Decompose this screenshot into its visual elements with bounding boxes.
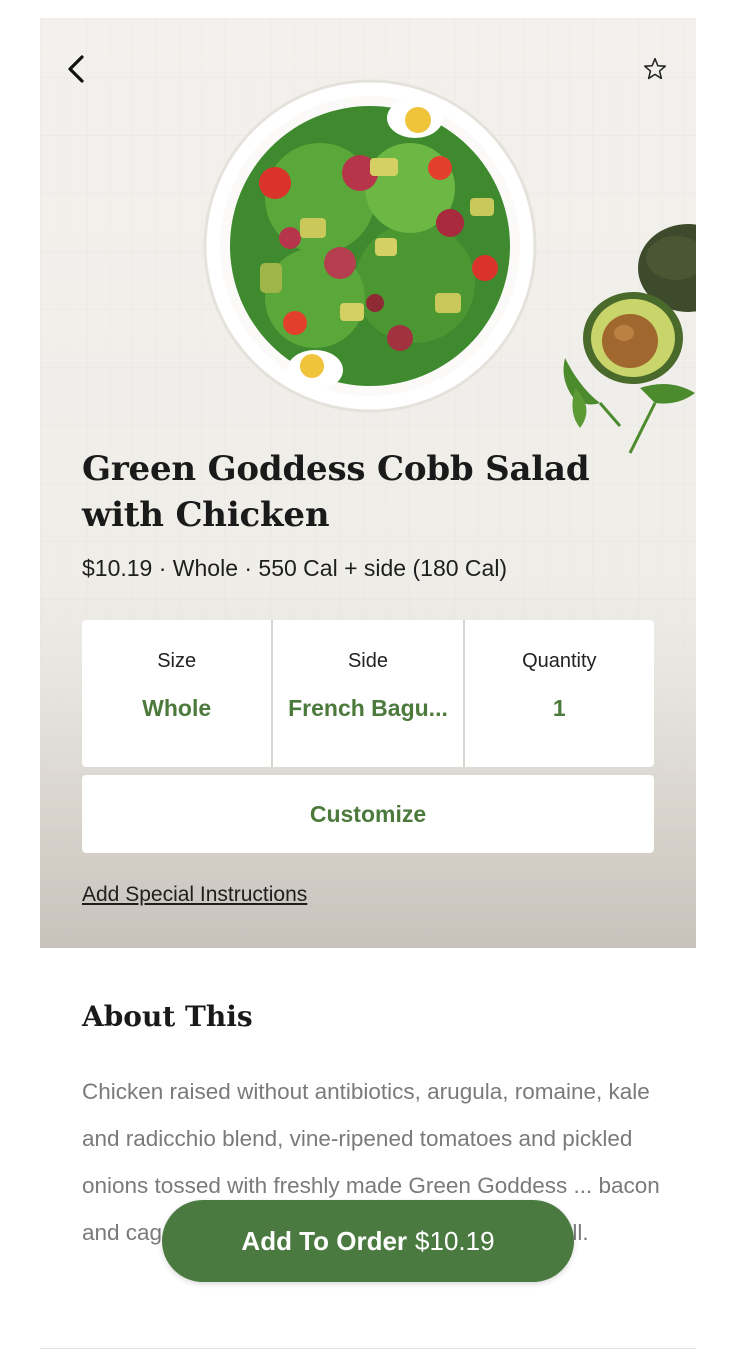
add-to-order-price: $10.19 [415,1225,495,1256]
size-value: Whole [142,695,212,721]
divider [40,1348,696,1349]
quantity-option[interactable]: Quantity 1 [464,620,654,767]
option-grid: Size Whole Side French Bagu... Quantity … [82,620,654,767]
side-option[interactable]: Side French Bagu... [273,620,463,767]
chevron-left-icon[interactable] [62,52,92,86]
side-label: Side [347,650,388,672]
add-to-order-button[interactable]: Add To Order $10.19 [162,1200,574,1282]
special-instructions-link[interactable]: Add Special Instructions [82,883,307,907]
add-to-order-label: Add To Order [241,1225,408,1256]
side-value: French Bagu... [288,695,448,721]
size-option[interactable]: Size Whole [82,620,272,767]
product-hero: Green Goddess Cobb Salad with Chicken $1… [40,18,696,948]
salad-photo [203,79,696,454]
quantity-label: Quantity [522,650,597,672]
customize-button[interactable]: Customize [82,775,654,853]
product-title: Green Goddess Cobb Salad with Chicken [82,449,590,535]
about-heading: About This [82,1000,253,1033]
product-meta: $10.19 · Whole · 550 Cal + side (180 Cal… [82,555,508,581]
star-outline-icon[interactable] [642,56,668,82]
size-label: Size [157,650,197,672]
quantity-value: 1 [552,695,566,721]
